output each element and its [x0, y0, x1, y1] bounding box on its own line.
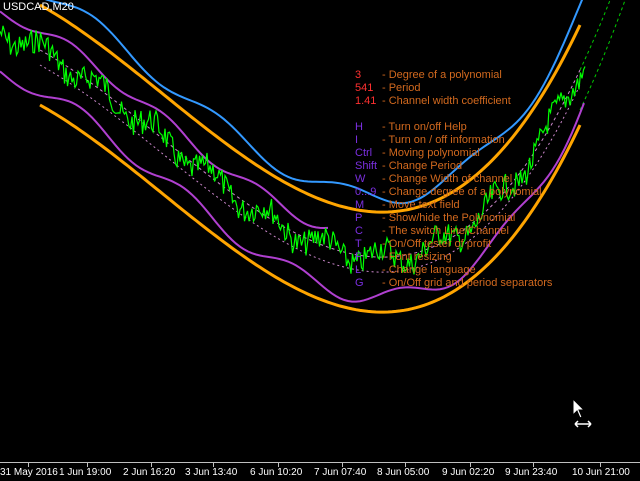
time-axis-label: 31 May 2016: [0, 467, 58, 478]
param-key: 3: [355, 69, 362, 81]
price-chart[interactable]: [0, 0, 640, 462]
help-description: - On/Off grid and period separators: [382, 277, 553, 289]
param-description: - Channel width coefficient: [382, 95, 511, 107]
param-key: 541: [355, 82, 374, 94]
param-description: - Period: [382, 82, 421, 94]
help-key: Ctrl: [355, 147, 373, 159]
help-key: C: [355, 225, 363, 237]
time-axis: 31 May 2016 1 Jun 19:00 2 Jun 16:20 3 Jun 1…: [0, 462, 640, 481]
help-description: - Move text field: [382, 199, 460, 211]
help-description: - Show/hide the Polynomial: [382, 212, 516, 224]
help-key: 0...9: [355, 186, 377, 198]
help-description: - Change degree of a polynomial: [382, 186, 542, 198]
help-key: P: [355, 212, 363, 224]
help-key: G: [355, 277, 364, 289]
help-description: - Change Width of channel: [382, 173, 513, 185]
help-description: - Turn on / off information: [382, 134, 505, 146]
projection-mid-line: [579, 0, 611, 71]
help-description: - Font resizing: [382, 251, 452, 263]
time-axis-label: 7 Jun 07:40: [314, 467, 367, 478]
help-key: H: [355, 121, 363, 133]
help-key: M: [355, 199, 365, 211]
help-description: - Turn on/off Help: [382, 121, 467, 133]
symbol-title: USDCAD,M20: [3, 1, 74, 13]
help-key: I: [355, 134, 359, 146]
param-description: - Degree of a polynomial: [382, 69, 502, 81]
help-description: - The switch Line/Channel: [382, 225, 509, 237]
help-key: L: [355, 264, 362, 276]
time-axis-label: 6 Jun 10:20: [250, 467, 303, 478]
time-axis-label: 10 Jun 21:00: [572, 467, 630, 478]
projection-upper-line: [579, 0, 583, 6]
time-axis-label: 8 Jun 05:00: [377, 467, 430, 478]
time-axis-label: 3 Jun 13:40: [185, 467, 238, 478]
help-key: T: [355, 238, 362, 250]
time-axis-label: 9 Jun 02:20: [442, 467, 495, 478]
time-axis-label: 2 Jun 16:20: [123, 467, 176, 478]
help-description: - Change language: [382, 264, 476, 276]
help-key: Shift: [355, 160, 378, 172]
resize-cursor-icon: [572, 398, 592, 428]
param-key: 1.41: [355, 95, 377, 107]
help-description: - Moving polynomial: [382, 147, 480, 159]
time-axis-label: 9 Jun 23:40: [505, 467, 558, 478]
help-description: - Change Period: [382, 160, 463, 172]
time-axis-label: 1 Jun 19:00: [59, 467, 112, 478]
projection-lower-line: [579, 0, 626, 111]
help-key: W: [355, 173, 366, 185]
help-description: - On/Off tester of profit: [382, 238, 492, 250]
help-key: F: [355, 251, 362, 263]
